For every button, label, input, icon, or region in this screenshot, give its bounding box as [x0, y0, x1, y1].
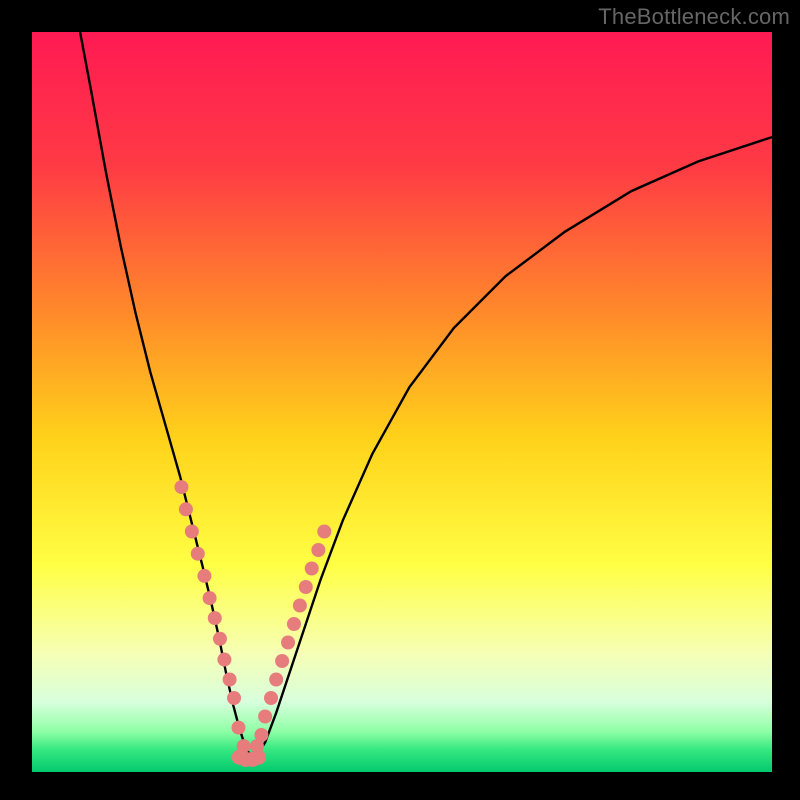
data-point [217, 653, 231, 667]
data-point [264, 691, 278, 705]
data-point [251, 750, 266, 765]
data-point [223, 673, 237, 687]
data-point [254, 728, 268, 742]
data-point [179, 502, 193, 516]
data-point [191, 547, 205, 561]
data-point [197, 569, 211, 583]
data-point [258, 710, 272, 724]
data-point [317, 525, 331, 539]
watermark-text: TheBottleneck.com [598, 4, 790, 30]
data-point [231, 721, 245, 735]
data-point [293, 599, 307, 613]
data-point [208, 611, 222, 625]
chart-frame [32, 32, 772, 772]
data-point [281, 636, 295, 650]
data-point [299, 580, 313, 594]
data-point [287, 617, 301, 631]
data-point [203, 591, 217, 605]
data-point [185, 525, 199, 539]
data-point [311, 543, 325, 557]
data-point [305, 562, 319, 576]
data-point [269, 673, 283, 687]
data-point [174, 480, 188, 494]
bottleneck-chart [32, 32, 772, 772]
data-point [213, 632, 227, 646]
data-point [227, 691, 241, 705]
data-point [275, 654, 289, 668]
